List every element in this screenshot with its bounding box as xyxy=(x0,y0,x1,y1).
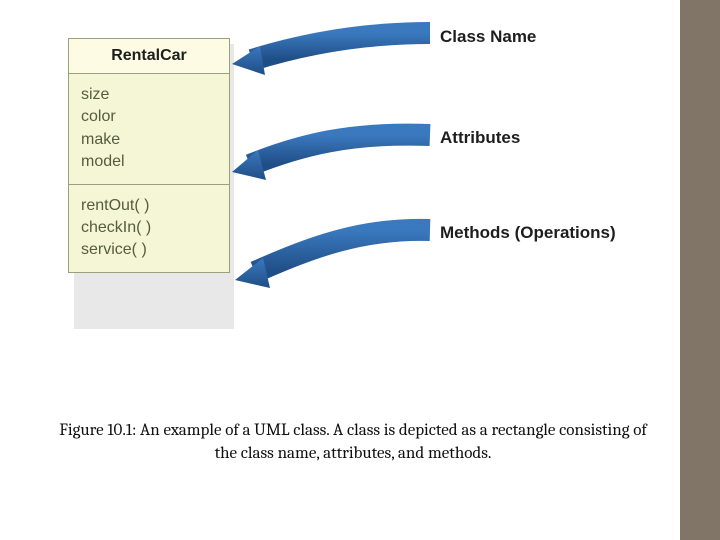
label-attributes: Attributes xyxy=(440,128,520,148)
uml-class-box: RentalCar size color make model rentOut(… xyxy=(68,38,230,273)
figure-caption: Figure 10.1: An example of a UML class. … xyxy=(58,420,648,466)
arrow-to-methods xyxy=(235,230,430,288)
uml-attribute: color xyxy=(81,106,217,128)
uml-attribute: model xyxy=(81,151,217,173)
uml-attributes-section: size color make model xyxy=(69,74,229,185)
uml-method: checkIn( ) xyxy=(81,217,217,239)
label-methods: Methods (Operations) xyxy=(440,223,616,243)
uml-attribute: make xyxy=(81,129,217,151)
uml-outline: RentalCar size color make model rentOut(… xyxy=(68,38,230,273)
decorative-stripe xyxy=(680,0,720,540)
uml-attribute: size xyxy=(81,84,217,106)
uml-method: rentOut( ) xyxy=(81,195,217,217)
arrow-to-class-name xyxy=(232,33,430,75)
label-class-name: Class Name xyxy=(440,27,536,47)
arrow-to-attributes xyxy=(232,135,430,180)
uml-method: service( ) xyxy=(81,239,217,261)
uml-methods-section: rentOut( ) checkIn( ) service( ) xyxy=(69,185,229,272)
slide: RentalCar size color make model rentOut(… xyxy=(0,0,720,540)
uml-class-name: RentalCar xyxy=(69,39,229,74)
